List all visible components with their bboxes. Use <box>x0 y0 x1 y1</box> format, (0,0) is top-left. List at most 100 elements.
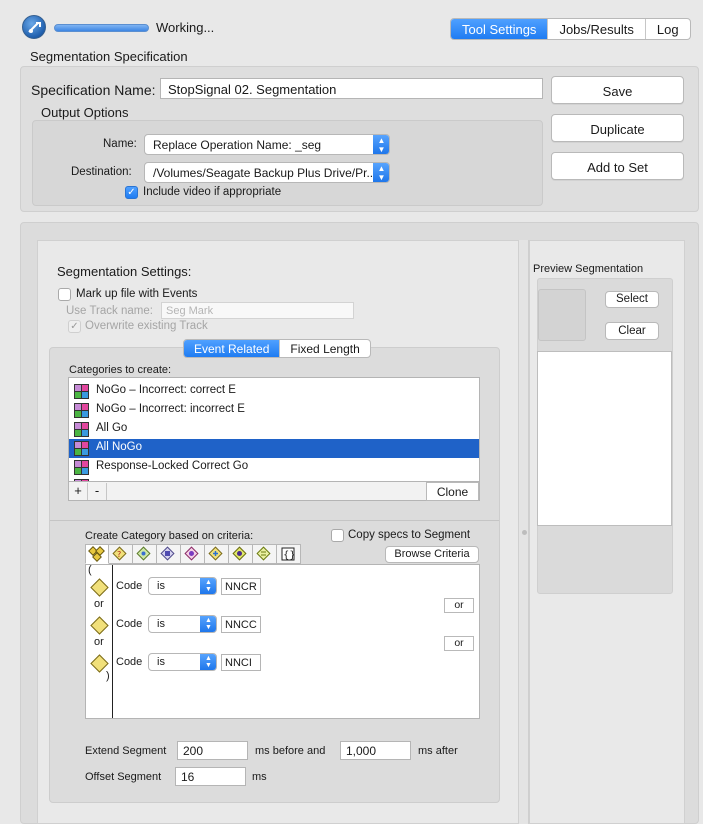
list-footer <box>68 482 480 501</box>
tab-event-related[interactable]: Event Related <box>184 340 280 357</box>
list-item[interactable]: NoGo – Incorrect: correct E <box>69 382 479 401</box>
list-item-label: NoGo – Incorrect: incorrect E <box>96 403 245 415</box>
preview-title: Preview Segmentation <box>533 263 644 275</box>
extend-segment-label: Extend Segment <box>85 745 167 757</box>
criterion-operator-popup[interactable]: is ▲ ▼ <box>148 577 217 595</box>
overwrite-label: Overwrite existing Track <box>85 320 208 332</box>
list-item-selected[interactable]: All NoGo <box>69 439 479 458</box>
list-item[interactable]: All Go <box>69 420 479 439</box>
output-name-label: Name: <box>103 138 137 150</box>
criterion-value[interactable]: NNCR <box>221 578 261 595</box>
list-item-label: All NoGo <box>96 441 143 453</box>
check-icon: ✓ <box>127 187 136 198</box>
svg-text:{}: {} <box>283 550 296 561</box>
chevron-updown-icon: ▲ ▼ <box>200 578 216 594</box>
markup-label: Mark up file with Events <box>76 288 198 300</box>
include-video-checkbox[interactable]: ✓ <box>125 186 138 199</box>
output-name-value: Replace Operation Name: _seg <box>153 138 322 152</box>
offset-input[interactable]: 16 <box>175 767 246 786</box>
category-grid-icon <box>74 422 89 437</box>
criteria-tab-response[interactable] <box>205 544 229 564</box>
chevron-updown-icon: ▲ ▼ <box>200 654 216 670</box>
save-button[interactable]: Save <box>551 76 684 104</box>
criteria-tab-group[interactable]: {} <box>277 544 301 564</box>
check-icon: ✓ <box>70 321 79 332</box>
criteria-tab-event[interactable]: ? <box>109 544 133 564</box>
criterion-field: Code <box>116 656 143 668</box>
list-item[interactable]: Response-Locked Correct Go <box>69 458 479 477</box>
list-item-label: NoGo – Incorrect: correct E <box>96 384 236 396</box>
criteria-tab-multi[interactable] <box>253 544 277 564</box>
clone-button[interactable]: Clone <box>426 482 479 501</box>
divider <box>50 520 499 521</box>
overwrite-checkbox[interactable]: ✓ <box>68 320 81 333</box>
offset-unit-label: ms <box>252 771 267 783</box>
criterion-operator-popup[interactable]: is ▲ ▼ <box>148 615 217 633</box>
criteria-type-tabs: ? {} <box>85 544 301 564</box>
criteria-editor[interactable] <box>85 564 480 719</box>
add-category-button[interactable]: + <box>69 483 88 500</box>
copy-specs-checkbox[interactable] <box>331 529 344 542</box>
criterion-operator-popup[interactable]: is ▲ ▼ <box>148 653 217 671</box>
output-name-popup[interactable]: Replace Operation Name: _seg ▲ ▼ <box>144 134 390 155</box>
destination-value: /Volumes/Seagate Backup Plus Drive/Pr... <box>153 166 377 180</box>
app-logo-icon <box>22 15 46 39</box>
status-text: Working... <box>156 20 215 35</box>
preview-list[interactable] <box>537 351 672 526</box>
list-item[interactable]: NoGo – Incorrect: incorrect E <box>69 401 479 420</box>
criterion-value[interactable]: NNCC <box>221 616 261 633</box>
section-title-specification: Segmentation Specification <box>30 49 188 64</box>
or-button[interactable]: or <box>444 636 474 651</box>
extend-after-input[interactable]: 1,000 <box>340 741 411 760</box>
category-grid-icon <box>74 441 89 456</box>
or-button[interactable]: or <box>444 598 474 613</box>
extend-before-input[interactable]: 200 <box>177 741 248 760</box>
open-paren: ( <box>88 564 92 576</box>
categories-list[interactable]: NoGo – Incorrect: correct E NoGo – Incor… <box>68 377 480 482</box>
list-item-label: All Go <box>96 422 128 434</box>
browse-criteria-button[interactable]: Browse Criteria <box>385 546 479 563</box>
criterion-value[interactable]: NNCI <box>221 654 261 671</box>
criterion-operator: is <box>157 618 165 630</box>
or-connector: or <box>94 598 104 610</box>
criteria-tab-trial[interactable] <box>133 544 157 564</box>
category-grid-icon <box>74 403 89 418</box>
tab-log[interactable]: Log <box>644 19 690 39</box>
main-tabs: Tool Settings Jobs/Results Log <box>450 18 691 40</box>
remove-category-button[interactable]: - <box>88 483 107 500</box>
markup-checkbox[interactable] <box>58 288 71 301</box>
close-paren: ) <box>106 670 110 682</box>
segmentation-settings-title: Segmentation Settings: <box>57 264 192 279</box>
tab-tool-settings[interactable]: Tool Settings <box>451 19 548 39</box>
tab-jobs-results[interactable]: Jobs/Results <box>547 19 644 39</box>
output-options-title: Output Options <box>41 105 129 120</box>
splitter-handle[interactable] <box>522 530 527 535</box>
destination-popup[interactable]: /Volumes/Seagate Backup Plus Drive/Pr...… <box>144 162 390 183</box>
include-video-label: Include video if appropriate <box>143 186 282 198</box>
before-label: ms before and <box>255 745 326 757</box>
criteria-title: Create Category based on criteria: <box>85 530 254 542</box>
mode-tabs: Event Related Fixed Length <box>183 339 371 358</box>
category-grid-icon <box>74 384 89 399</box>
track-name-input[interactable]: Seg Mark <box>161 302 354 319</box>
select-button[interactable]: Select <box>605 291 659 308</box>
criteria-tab-all[interactable] <box>85 544 109 564</box>
copy-specs-label: Copy specs to Segment <box>348 529 471 541</box>
spec-name-label: Specification Name: <box>31 82 156 98</box>
criterion-operator: is <box>157 656 165 668</box>
criteria-tab-segment[interactable] <box>229 544 253 564</box>
spec-name-field[interactable]: StopSignal 02. Segmentation <box>160 78 543 99</box>
track-name-label: Use Track name: <box>66 305 153 317</box>
criteria-tab-cell[interactable] <box>181 544 205 564</box>
category-grid-icon <box>74 460 89 475</box>
duplicate-button[interactable]: Duplicate <box>551 114 684 142</box>
chevron-updown-icon: ▲ ▼ <box>373 135 389 154</box>
criteria-group-line <box>112 565 113 718</box>
list-item-label: Response-Locked Correct Go <box>96 460 249 472</box>
add-to-set-button[interactable]: Add to Set <box>551 152 684 180</box>
criteria-tab-subject[interactable] <box>157 544 181 564</box>
or-connector: or <box>94 636 104 648</box>
tab-fixed-length[interactable]: Fixed Length <box>279 340 369 357</box>
clear-button[interactable]: Clear <box>605 322 659 340</box>
progress-bar <box>54 24 149 32</box>
